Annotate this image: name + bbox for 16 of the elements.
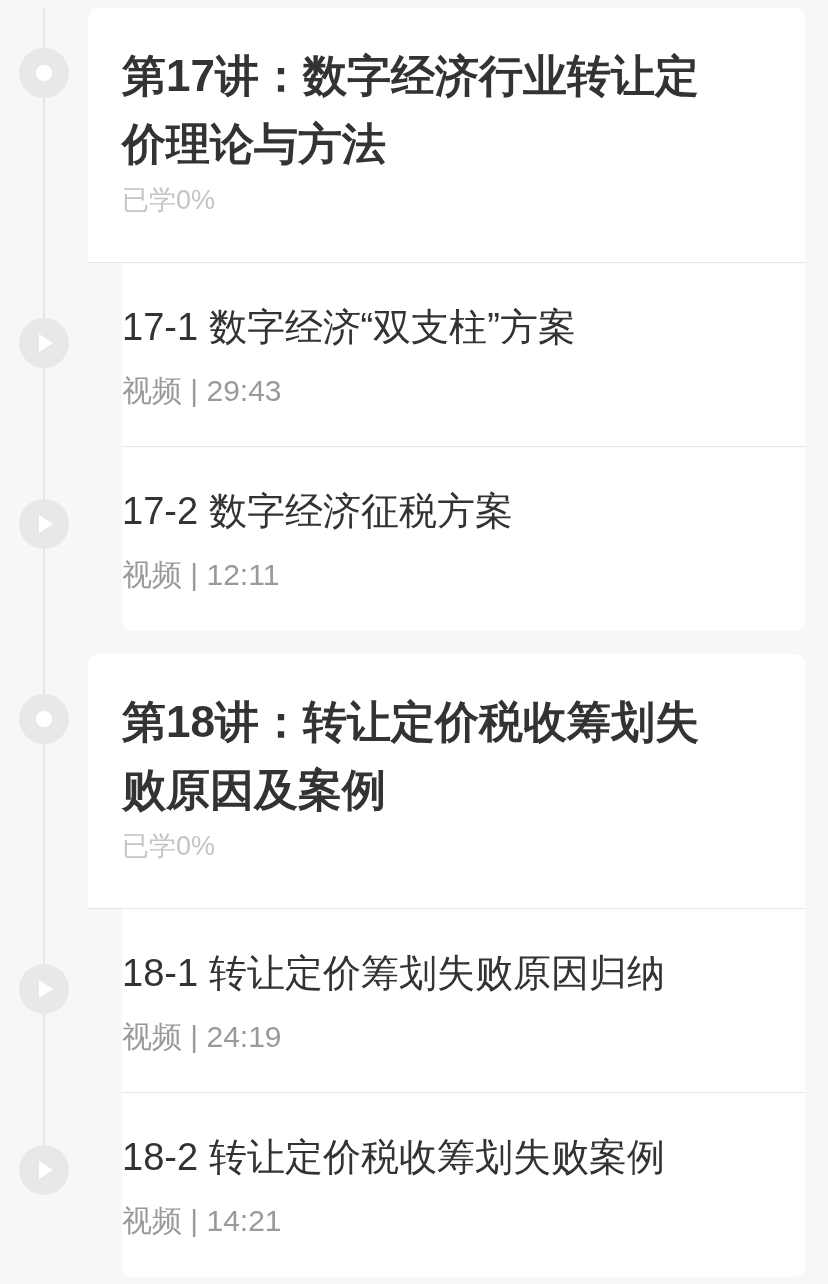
- chapter-title: 第17讲：数字经济行业转让定价理论与方法: [122, 50, 700, 170]
- play-icon[interactable]: [19, 318, 69, 368]
- lesson-meta: 视频 | 12:11: [122, 557, 281, 593]
- progress-text: 已学0%: [122, 830, 217, 863]
- play-icon[interactable]: [19, 499, 69, 549]
- lesson-title[interactable]: 17-1 数字经济“双支柱”方案: [122, 303, 576, 351]
- lesson-title[interactable]: 18-2 转让定价税收筹划失败案例: [122, 1133, 665, 1181]
- lesson-meta: 视频 | 14:21: [122, 1203, 283, 1239]
- chapter-title: 第18讲：转让定价税收筹划失败原因及案例: [122, 696, 700, 816]
- lesson-meta: 视频 | 29:43: [122, 373, 283, 409]
- lesson-meta: 视频 | 24:19: [122, 1019, 283, 1055]
- lesson-title[interactable]: 17-2 数字经济征税方案: [122, 487, 513, 535]
- play-icon[interactable]: [19, 964, 69, 1014]
- progress-text: 已学0%: [122, 184, 217, 217]
- lesson-title[interactable]: 18-1 转让定价筹划失败原因归纳: [122, 949, 665, 997]
- play-icon[interactable]: [19, 1145, 69, 1195]
